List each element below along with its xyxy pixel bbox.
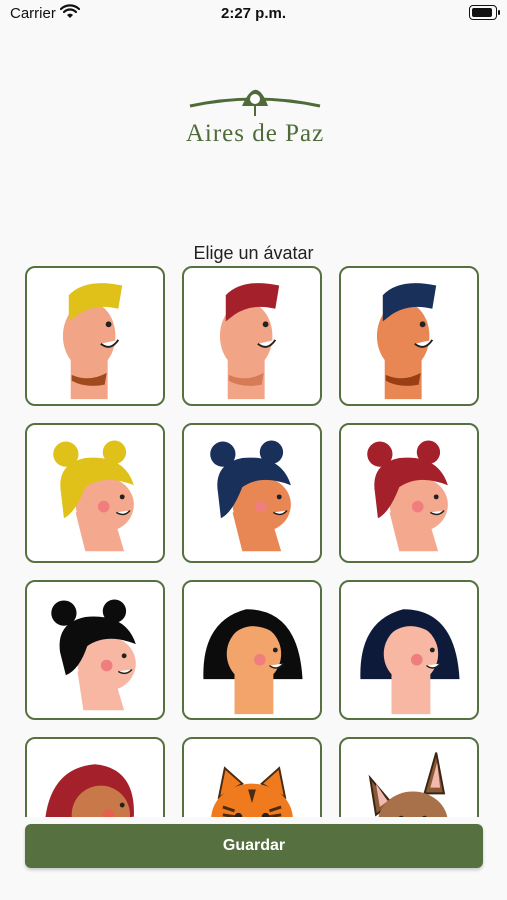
dog-avatar-icon — [368, 752, 448, 817]
logo-text: Aires de Paz — [185, 120, 325, 147]
boy-avatar-blue-hair-icon — [376, 283, 437, 400]
status-time: 2:27 p.m. — [220, 5, 287, 22]
tiger-cat-avatar-icon — [211, 766, 293, 817]
page-title: Elige un ávatar — [193, 243, 314, 263]
boy-avatar-yellow-hair-icon — [62, 283, 123, 400]
boy-avatar-red-hair-icon — [219, 283, 280, 400]
girl-bob-avatar-black-hair-icon — [203, 609, 303, 715]
avatar-card-9[interactable] — [339, 580, 479, 720]
girl-avatar-red-hair-icon — [45, 764, 134, 817]
status-bar: Carrier 2:27 p.m. — [0, 0, 507, 28]
avatar-card-1[interactable] — [25, 266, 165, 406]
girl-buns-avatar-blue-hair-icon — [210, 440, 291, 552]
avatar-grid — [25, 266, 483, 817]
avatar-card-12[interactable] — [339, 737, 479, 817]
girl-buns-avatar-yellow-hair-icon — [53, 440, 134, 552]
avatar-card-8[interactable] — [182, 580, 322, 720]
battery-icon — [469, 5, 500, 20]
avatar-card-6[interactable] — [339, 423, 479, 563]
girl-buns-avatar-red-hair-icon — [367, 440, 448, 552]
avatar-card-7[interactable] — [25, 580, 165, 720]
avatar-card-2[interactable] — [182, 266, 322, 406]
avatar-card-10[interactable] — [25, 737, 165, 817]
avatar-card-11[interactable] — [182, 737, 322, 817]
leaf-flower-icon — [189, 89, 321, 116]
girl-buns-avatar-black-hair-icon — [51, 599, 136, 711]
avatar-card-5[interactable] — [182, 423, 322, 563]
save-button[interactable]: Guardar — [25, 824, 483, 868]
avatar-card-4[interactable] — [25, 423, 165, 563]
avatar-card-3[interactable] — [339, 266, 479, 406]
app-logo: Aires de Paz — [160, 86, 350, 156]
girl-bob-avatar-navy-hair-icon — [360, 609, 460, 715]
